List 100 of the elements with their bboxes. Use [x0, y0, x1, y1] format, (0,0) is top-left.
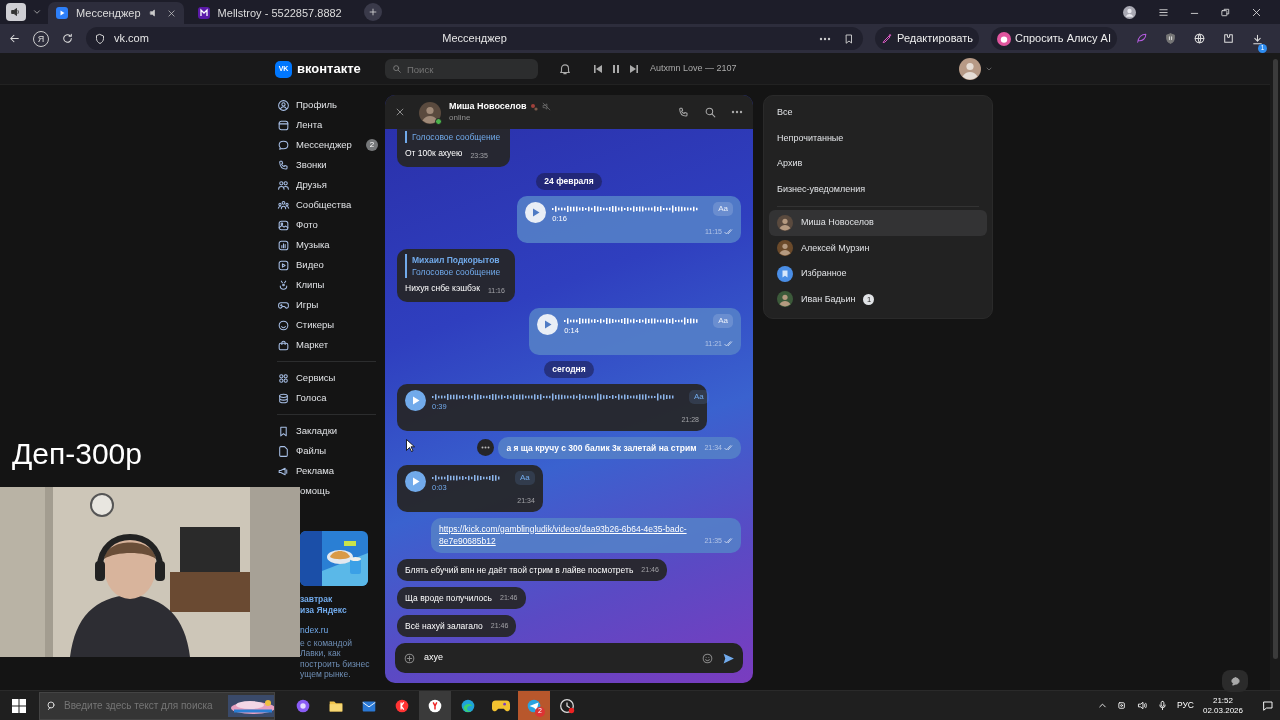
restore-icon[interactable]: [1220, 6, 1231, 18]
pause-icon[interactable]: [611, 64, 621, 74]
ad-title[interactable]: завтрак: [300, 594, 380, 605]
microphone-icon[interactable]: [1156, 700, 1168, 711]
search-bar[interactable]: Поиск: [385, 59, 538, 79]
ad-domain[interactable]: ndex.ru: [300, 625, 380, 636]
search-icon[interactable]: [704, 105, 717, 119]
nav-item[interactable]: Маркет: [275, 335, 380, 355]
logo-text[interactable]: вконтакте: [297, 59, 361, 79]
more-icon[interactable]: [731, 110, 743, 114]
smile-icon[interactable]: [701, 651, 714, 665]
transcribe-button[interactable]: Aa: [689, 389, 709, 404]
feather-icon[interactable]: [1135, 32, 1148, 45]
send-icon[interactable]: [722, 651, 735, 665]
bell-icon[interactable]: [558, 62, 572, 76]
nav-item[interactable]: Видео: [275, 255, 380, 275]
stream-caption: Деп-300р: [12, 436, 142, 472]
close-icon[interactable]: [166, 8, 176, 18]
search-field[interactable]: Поиск: [407, 60, 527, 78]
chat-item[interactable]: Алексей Мурзин: [769, 235, 987, 261]
m-logo-icon: [197, 7, 210, 19]
download-icon[interactable]: [1251, 32, 1264, 46]
shield-icon[interactable]: [1164, 32, 1177, 45]
nav-item[interactable]: Игры: [275, 295, 380, 315]
close-icon[interactable]: [395, 107, 405, 117]
taskbar-search-field[interactable]: Введите здесь текст для поиска: [64, 695, 222, 716]
more-button[interactable]: [477, 439, 495, 456]
reload-icon[interactable]: [61, 32, 74, 45]
link[interactable]: https://kick.com/gamblingludik/videos/daa93b26-6b64-4e35-badc-8e7e90685b12: [439, 522, 697, 547]
nav-item[interactable]: омощь: [300, 481, 330, 501]
sender-name[interactable]: Михаил Подкорытов: [412, 253, 505, 266]
transcribe-button[interactable]: Aa: [515, 470, 535, 485]
nav-item[interactable]: Стикеры: [275, 315, 380, 335]
new-tab-button[interactable]: [363, 3, 382, 21]
puzzle-icon[interactable]: [1222, 32, 1235, 45]
nav-item[interactable]: Закладки: [275, 421, 380, 441]
nav-item[interactable]: Клипы: [275, 275, 380, 295]
nav-item[interactable]: Реклама: [275, 461, 380, 481]
more-icon[interactable]: [819, 36, 832, 41]
image-icon: [277, 218, 290, 232]
quoted-text[interactable]: Голосовое сообщение: [412, 265, 505, 278]
taskbar-app[interactable]: [419, 690, 451, 720]
folder-item[interactable]: Бизнес-уведомления: [769, 176, 987, 202]
people-icon: [277, 178, 290, 192]
chat-item[interactable]: Избранное: [769, 261, 987, 287]
nav-item[interactable]: Файлы: [275, 441, 380, 461]
toolbar-button[interactable]: Спросить Алису AI: [991, 27, 1117, 50]
date-separator: сегодня: [544, 360, 594, 378]
ad-title[interactable]: иза Яндекс: [300, 604, 380, 615]
nav-item[interactable]: Профиль: [275, 95, 380, 115]
address-bar[interactable]: vk.com Мессенджер: [86, 27, 864, 50]
track-title[interactable]: Autxmn Love — 2107: [650, 62, 737, 76]
nav-item[interactable]: Мессенджер 2: [275, 135, 380, 155]
language-indicator[interactable]: РУС: [1176, 699, 1194, 712]
play-button[interactable]: [405, 470, 426, 492]
speaker-icon[interactable]: [1136, 700, 1148, 711]
chevron-down-icon[interactable]: [985, 65, 993, 73]
windows-icon[interactable]: [12, 698, 26, 713]
close-icon[interactable]: [1251, 6, 1262, 18]
chat-button[interactable]: [1222, 670, 1248, 692]
notification-icon[interactable]: [1262, 699, 1274, 712]
browser-tab[interactable]: Mellstroy - 5522857.8882: [189, 2, 350, 24]
nav-item[interactable]: Фото: [275, 215, 380, 235]
folder-item[interactable]: Архив: [769, 151, 987, 177]
previous-icon[interactable]: [593, 64, 603, 74]
avatar[interactable]: [959, 58, 981, 80]
next-icon[interactable]: [629, 64, 639, 74]
nav-item[interactable]: Друзья: [275, 175, 380, 195]
contact-name[interactable]: Миша Новоселов: [449, 101, 527, 112]
speaker-icon: [10, 6, 22, 18]
scrollbar[interactable]: [1270, 53, 1280, 690]
composer-bar[interactable]: ахуе: [395, 643, 743, 673]
nav-item[interactable]: Музыка: [275, 235, 380, 255]
quoted-text[interactable]: Голосовое сообщение: [412, 131, 501, 143]
back-icon[interactable]: [8, 32, 21, 45]
chat-item[interactable]: Миша Новоселов: [769, 210, 987, 236]
bookmark-icon: [277, 424, 290, 438]
globe-icon[interactable]: [1193, 32, 1206, 45]
phone-icon: [277, 158, 290, 172]
nav-item[interactable]: Сервисы: [275, 368, 380, 388]
nav-item[interactable]: Голоса: [275, 388, 380, 408]
play-button[interactable]: [405, 389, 426, 411]
plus-icon[interactable]: [403, 651, 416, 665]
avatar[interactable]: [419, 101, 441, 124]
profile-icon[interactable]: [1123, 5, 1136, 19]
nav-item[interactable]: Сообщества: [275, 195, 380, 215]
message-field[interactable]: ахуе: [424, 643, 693, 673]
audio-button[interactable]: [6, 3, 26, 21]
phone-icon[interactable]: [677, 105, 690, 119]
camera-icon[interactable]: [1116, 700, 1128, 711]
clock[interactable]: 21:52 02.03.2026: [1202, 695, 1243, 716]
menu-icon[interactable]: [1158, 6, 1169, 18]
toolbar-button[interactable]: Редактировать: [875, 27, 980, 50]
nav-item[interactable]: Лента: [275, 115, 380, 135]
folder-item[interactable]: Все: [769, 100, 987, 126]
nav-item[interactable]: Звонки: [275, 155, 380, 175]
folder-item[interactable]: Непрочитанные: [769, 125, 987, 151]
chevron-down-icon[interactable]: [32, 7, 42, 17]
browser-tab[interactable]: Мессенджер: [48, 2, 184, 24]
taskbar-search-bar[interactable]: Введите здесь текст для поиска: [39, 691, 275, 720]
